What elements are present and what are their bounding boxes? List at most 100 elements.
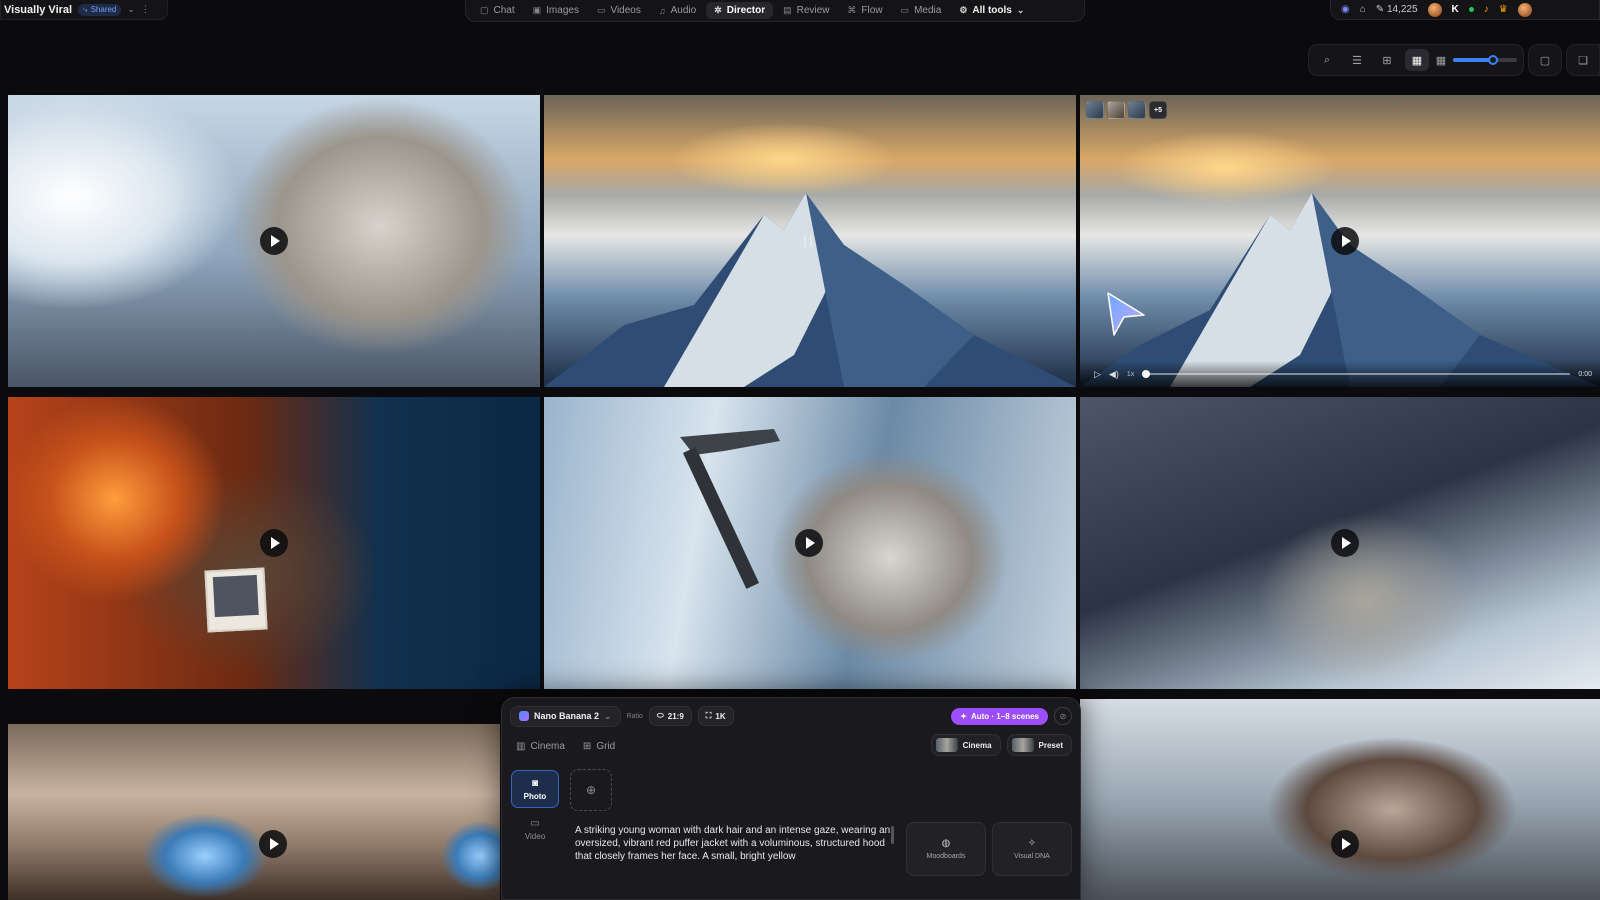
project-header: Visually Viral ⤷ Shared ⌄ ⋮ bbox=[0, 0, 168, 20]
user-initial[interactable]: K bbox=[1452, 4, 1459, 15]
top-nav: ▢ Chat ▣ Images ▭ Videos ♫ Audio ✲ Director ▤… bbox=[465, 0, 1085, 22]
nav-review[interactable]: ▤ Review bbox=[775, 2, 837, 19]
auto-scenes-button[interactable]: ✦ Auto · 1–8 scenes bbox=[951, 707, 1048, 725]
tile-man-with-ice-axe[interactable] bbox=[544, 397, 1076, 689]
prompt-input[interactable]: A striking young woman with dark hair an… bbox=[575, 824, 893, 863]
credits-count[interactable]: ✎ 14,225 bbox=[1376, 4, 1418, 15]
video-mode-button[interactable]: ▭ Video bbox=[511, 810, 559, 848]
preset-button[interactable]: Preset bbox=[1006, 734, 1072, 756]
chevron-down-icon: ⌄ bbox=[1016, 5, 1025, 15]
reference-thumb[interactable] bbox=[1107, 101, 1125, 119]
add-image-icon: ⊕ bbox=[585, 783, 597, 797]
bell-icon[interactable]: ♪ bbox=[1484, 4, 1489, 15]
list-view-icon[interactable]: ☰ bbox=[1345, 49, 1369, 71]
shared-badge[interactable]: ⤷ Shared bbox=[78, 3, 122, 16]
volume-icon[interactable]: ◀) bbox=[1109, 369, 1119, 380]
slider-fill bbox=[1453, 58, 1493, 62]
tile-man-in-orange-tent[interactable] bbox=[8, 397, 540, 689]
chat-bubbles-icon[interactable]: ❏ bbox=[1571, 49, 1595, 71]
music-icon: ♫ bbox=[658, 5, 666, 16]
search-icon[interactable]: ⌕ bbox=[1315, 49, 1339, 71]
view-toolbar: ⌕ ☰ ⊞ ▦ ▦ ▢ ❏ bbox=[1308, 44, 1600, 76]
play-icon[interactable]: ▷ bbox=[1094, 369, 1101, 380]
reference-thumb[interactable] bbox=[1086, 101, 1104, 119]
play-button[interactable] bbox=[259, 830, 287, 858]
nav-videos[interactable]: ▭ Videos bbox=[589, 2, 649, 19]
preset-thumbnail bbox=[1011, 738, 1034, 752]
nav-chat[interactable]: ▢ Chat bbox=[472, 2, 523, 19]
tile-man-shouting-snow[interactable] bbox=[1080, 699, 1600, 900]
video-progress-track[interactable] bbox=[1142, 370, 1571, 378]
ratio-label: Ratio bbox=[626, 712, 643, 720]
tile-mountain-peak-sunrise[interactable] bbox=[544, 95, 1076, 387]
online-status-dot bbox=[1468, 7, 1474, 12]
tools-icon: ⚙ bbox=[959, 5, 968, 15]
more-references-badge[interactable]: +5 bbox=[1149, 101, 1167, 119]
play-button[interactable] bbox=[260, 529, 288, 557]
palette-icon: ◍ bbox=[941, 838, 951, 849]
cinema-style-button[interactable]: Cinema bbox=[930, 734, 1001, 756]
nav-director[interactable]: ✲ Director bbox=[706, 2, 774, 19]
discord-icon[interactable]: ◉ bbox=[1341, 4, 1350, 15]
resolution-selector[interactable]: ⛶ 1K bbox=[697, 706, 734, 726]
model-logo-icon bbox=[519, 711, 529, 721]
aspect-ratio-selector[interactable]: ⬭ 21:9 bbox=[648, 706, 692, 726]
tab-grid[interactable]: ⊞ Grid bbox=[583, 741, 615, 752]
hide-icon[interactable]: ⊘ bbox=[1054, 707, 1072, 725]
slider-knob[interactable] bbox=[1488, 55, 1498, 65]
nav-images[interactable]: ▣ Images bbox=[525, 2, 587, 19]
nav-audio[interactable]: ♫ Audio bbox=[651, 2, 704, 19]
style-thumbnail bbox=[935, 738, 958, 752]
reference-thumbnails[interactable]: +5 bbox=[1086, 101, 1167, 119]
chat-icon: ▢ bbox=[480, 5, 489, 15]
prompt-scrollbar[interactable] bbox=[891, 826, 894, 844]
nav-flow[interactable]: ⌘ Flow bbox=[839, 2, 890, 19]
play-button[interactable] bbox=[1331, 529, 1359, 557]
tile-hooded-man-snow[interactable] bbox=[8, 95, 540, 387]
reference-thumb[interactable] bbox=[1128, 101, 1146, 119]
nav-all-tools[interactable]: ⚙ All tools ⌄ bbox=[951, 2, 1032, 19]
video-progress-knob[interactable] bbox=[1142, 370, 1151, 378]
account-bar: ◉ ⌂ ✎ 14,225 K ♪ ♛ bbox=[1330, 0, 1600, 20]
comment-icon[interactable]: ▢ bbox=[1533, 49, 1557, 71]
user-avatar[interactable] bbox=[1517, 2, 1532, 17]
prompt-composer: Nano Banana 2 ⌄ Ratio ⬭ 21:9 ⛶ 1K ✦ Auto… bbox=[501, 697, 1081, 900]
sparkle-icon: ✦ bbox=[960, 711, 967, 721]
play-button[interactable] bbox=[1331, 227, 1359, 255]
thumbnail-size-slider[interactable] bbox=[1453, 55, 1517, 65]
project-title[interactable]: Visually Viral bbox=[4, 4, 72, 16]
chevron-down-icon[interactable]: ⌄ bbox=[127, 4, 135, 15]
tile-mountain-peak-playing[interactable]: +5 ▷ ◀) 1x 0:00 bbox=[1080, 95, 1600, 387]
academy-icon[interactable]: ⌂ bbox=[1360, 4, 1366, 15]
play-button[interactable] bbox=[795, 529, 823, 557]
nav-media[interactable]: ▭ Media bbox=[893, 2, 950, 19]
more-vertical-icon[interactable]: ⋮ bbox=[141, 4, 150, 15]
tab-cinema[interactable]: ▥ Cinema bbox=[516, 741, 565, 752]
moodboards-button[interactable]: ◍ Moodboards bbox=[906, 822, 986, 876]
polaroid-photo bbox=[204, 567, 268, 633]
grid-large-icon[interactable]: ▦ bbox=[1405, 49, 1429, 71]
model-selector[interactable]: Nano Banana 2 ⌄ bbox=[510, 705, 621, 727]
share-icon: ⤷ bbox=[83, 4, 88, 14]
director-icon: ✲ bbox=[714, 5, 722, 15]
cursor-arrow-icon bbox=[1107, 292, 1145, 336]
play-button[interactable] bbox=[1331, 830, 1359, 858]
chat-group: ❏ bbox=[1566, 44, 1600, 76]
comments-group: ▢ bbox=[1528, 44, 1562, 76]
playback-speed[interactable]: 1x bbox=[1127, 371, 1134, 378]
video-time: 0:00 bbox=[1578, 370, 1592, 378]
add-image-button[interactable]: ⊕ bbox=[570, 769, 612, 811]
team-avatar[interactable] bbox=[1427, 2, 1442, 17]
pause-icon[interactable] bbox=[804, 235, 812, 247]
video-controls: ▷ ◀) 1x 0:00 bbox=[1080, 361, 1600, 387]
media-type-toggle: ◙ Photo ▭ Video bbox=[511, 770, 559, 848]
thumbnail-size-icon: ▦ bbox=[1435, 54, 1447, 67]
crown-icon[interactable]: ♛ bbox=[1499, 4, 1508, 15]
tile-frozen-eyes-closeup[interactable] bbox=[8, 699, 500, 900]
photo-mode-button[interactable]: ◙ Photo bbox=[511, 770, 559, 808]
grid-small-icon[interactable]: ⊞ bbox=[1375, 49, 1399, 71]
play-button[interactable] bbox=[260, 227, 288, 255]
tile-man-looking-up-storm[interactable] bbox=[1080, 397, 1600, 689]
visual-dna-button[interactable]: ✧ Visual DNA bbox=[992, 822, 1072, 876]
composer-settings-row: Nano Banana 2 ⌄ Ratio ⬭ 21:9 ⛶ 1K ✦ Auto… bbox=[510, 704, 1072, 728]
